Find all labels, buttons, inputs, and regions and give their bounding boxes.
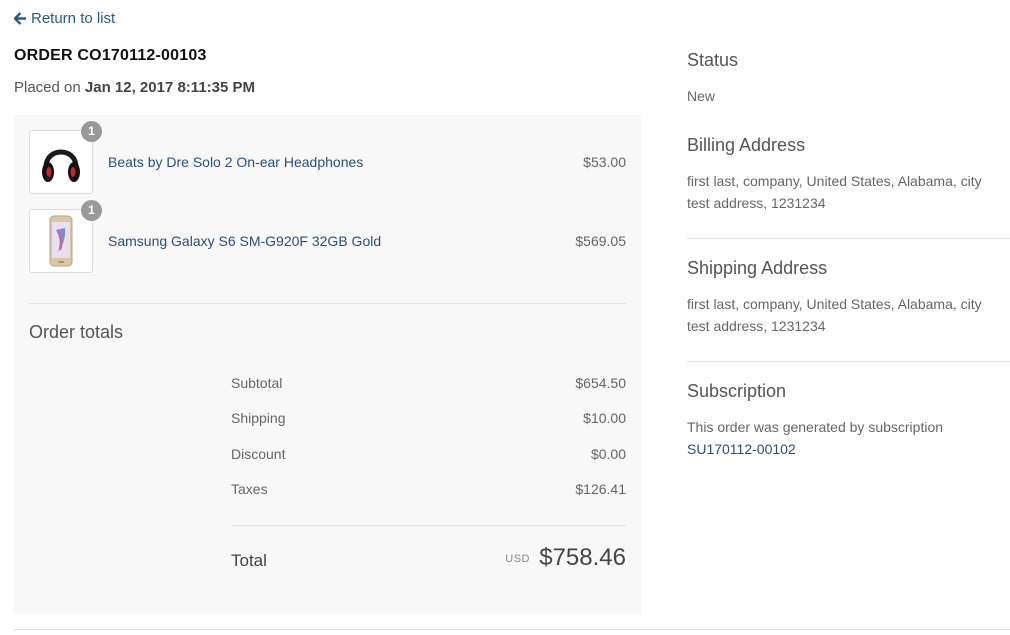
arrow-left-icon — [14, 12, 27, 25]
shipping-address-line1: first last, company, United States, Alab… — [687, 296, 982, 312]
grand-total-label: Total — [231, 551, 267, 570]
return-to-list-link[interactable]: Return to list — [14, 10, 115, 27]
order-totals-heading: Order totals — [29, 322, 124, 342]
billing-address-line1: first last, company, United States, Alab… — [687, 173, 982, 189]
status-value: New — [687, 88, 716, 104]
line-item: 1 Beats by Dre Solo 2 On-ear Headphones … — [29, 121, 626, 194]
totals-label: Shipping — [231, 410, 286, 426]
totals-value: $126.41 — [575, 481, 626, 497]
status-section: Status New — [687, 50, 1010, 107]
placed-on-prefix: Placed on — [14, 79, 81, 96]
bottom-divider — [14, 629, 1010, 630]
totals-value: $0.00 — [590, 446, 626, 462]
totals-divider — [231, 525, 626, 526]
return-to-list-label: Return to list — [31, 10, 116, 27]
product-thumbnail[interactable] — [29, 130, 93, 194]
quantity-badge: 1 — [81, 200, 102, 221]
sidebar-divider — [687, 238, 1010, 239]
shipping-address-section: Shipping Address first last, company, Un… — [687, 258, 1010, 337]
billing-address-heading: Billing Address — [687, 135, 806, 155]
headphones-icon — [42, 149, 80, 182]
totals-label: Discount — [231, 446, 286, 462]
grand-total-value: $758.46 — [539, 544, 626, 571]
product-thumbnail[interactable] — [29, 209, 93, 273]
order-panel: 1 Beats by Dre Solo 2 On-ear Headphones … — [14, 115, 641, 614]
items-divider — [29, 303, 626, 304]
quantity-badge: 1 — [81, 121, 102, 142]
shipping-address-heading: Shipping Address — [687, 258, 828, 278]
totals-value: $10.00 — [583, 410, 626, 426]
billing-address-line2: test address, 1231234 — [687, 195, 826, 211]
item-name-link[interactable]: Samsung Galaxy S6 SM-G920F 32GB Gold — [108, 233, 381, 249]
placed-on-date: Jan 12, 2017 8:11:35 PM — [84, 79, 256, 96]
shipping-address-line2: test address, 1231234 — [687, 318, 826, 334]
placed-on-text: Placed on Jan 12, 2017 8:11:35 PM — [14, 79, 255, 96]
currency-code: USD — [505, 553, 530, 565]
totals-value: $654.50 — [575, 375, 626, 391]
status-heading: Status — [687, 50, 739, 70]
subscription-section: Subscription This order was generated by… — [687, 381, 1010, 460]
totals-label: Taxes — [231, 481, 268, 497]
sidebar-divider — [687, 361, 1010, 362]
subscription-link[interactable]: SU170112-00102 — [687, 438, 1010, 460]
subscription-heading: Subscription — [687, 381, 787, 401]
order-title: ORDER CO170112-00103 — [14, 47, 207, 64]
totals-label: Subtotal — [231, 375, 283, 391]
item-price: $569.05 — [575, 233, 626, 249]
line-item: 1 Samsung Galaxy S6 SM-G920F 32GB Gold $… — [29, 200, 626, 273]
subscription-text: This order was generated by subscription — [687, 419, 944, 435]
smartphone-icon — [49, 215, 73, 267]
item-price: $53.00 — [583, 154, 626, 170]
billing-address-section: Billing Address first last, company, Uni… — [687, 135, 1010, 214]
item-name-link[interactable]: Beats by Dre Solo 2 On-ear Headphones — [108, 154, 363, 170]
